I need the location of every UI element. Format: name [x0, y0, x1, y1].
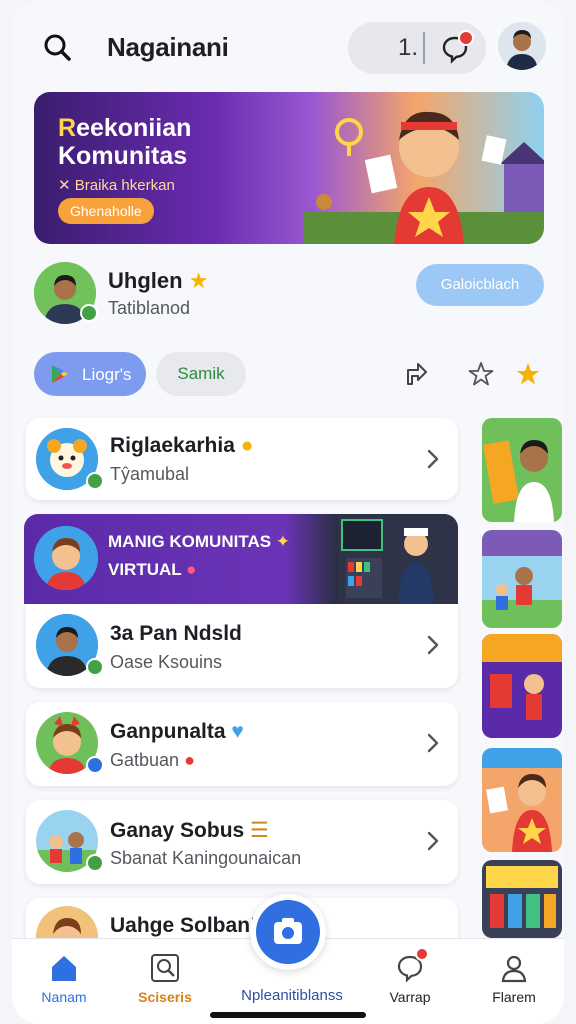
- filter-chip-secondary[interactable]: Samik: [156, 352, 246, 396]
- profile-action-button[interactable]: Galoicblach: [416, 264, 544, 306]
- virtual-community-banner[interactable]: MANIG KOMUNITAS ✦ VIRTUAL ●: [24, 514, 458, 604]
- nav-label: Nanam: [41, 989, 87, 1005]
- promo-avatar: [34, 526, 98, 590]
- list-item-title: Ganpunalta ♥: [110, 720, 244, 743]
- banner-cta-button[interactable]: Ghenaholle: [58, 198, 154, 224]
- top-bar: Nagainani 1.: [12, 0, 564, 92]
- list-item-title: Ganay Sobus ☰: [110, 819, 269, 842]
- emoji-icon: ●: [184, 750, 195, 770]
- notification-count: 1.: [398, 34, 419, 61]
- star-outline-icon[interactable]: [468, 361, 494, 387]
- notification-dot: [458, 30, 474, 46]
- app-screen: Nagainani 1. Reekoniian Komunitas ✕ Brai…: [12, 0, 564, 1024]
- emoji-icon: ●: [240, 434, 254, 457]
- image-search-icon: [150, 953, 180, 983]
- stack-icon: ☰: [250, 819, 269, 842]
- list-item-title: Riglaekarhia ●: [110, 434, 254, 457]
- search-icon[interactable]: [40, 30, 76, 66]
- camera-fab-button[interactable]: [250, 894, 326, 970]
- banner-title-line1: Reekoniian: [58, 114, 192, 142]
- nav-center-label[interactable]: Npleanitiblanss: [222, 987, 362, 1004]
- chip-label: Liogr's: [82, 365, 132, 384]
- thumbnail-card[interactable]: [482, 634, 562, 738]
- list-item[interactable]: Ganay Sobus ☰ Sbanat Kaningounaican: [26, 800, 458, 884]
- chevron-right-icon: [426, 634, 440, 656]
- promo-subtitle: VIRTUAL ●: [108, 560, 197, 579]
- chevron-right-icon: [426, 830, 440, 852]
- sparkle-icon: ✦: [275, 532, 291, 551]
- list-item[interactable]: 3a Pan Ndsld Oase Ksouins: [26, 604, 458, 688]
- thumbnail-card[interactable]: [482, 530, 562, 628]
- nav-label: Sciseris: [138, 989, 192, 1005]
- thumbnail-card[interactable]: [482, 860, 562, 938]
- banner-subtitle: ✕ Braika hkerkan: [58, 177, 175, 194]
- nav-search[interactable]: Sciseris: [130, 953, 200, 1005]
- nav-label: Flarem: [492, 989, 536, 1005]
- verified-badge: [86, 854, 104, 872]
- divider: [423, 32, 425, 64]
- star-filled-icon[interactable]: [515, 361, 541, 387]
- nav-home[interactable]: Nanam: [32, 953, 96, 1005]
- emoji-icon: ●: [186, 560, 197, 579]
- star-icon: ★: [188, 268, 209, 293]
- promo-title: MANIG KOMUNITAS ✦: [108, 532, 291, 551]
- play-store-icon: [50, 364, 70, 384]
- nav-profile[interactable]: Flarem: [484, 953, 544, 1005]
- user-avatar[interactable]: [498, 22, 546, 70]
- thumbnail-card[interactable]: [482, 748, 562, 852]
- list-item[interactable]: Riglaekarhia ● Tŷamubal: [26, 418, 458, 500]
- online-badge: [80, 304, 98, 322]
- chevron-right-icon: [426, 732, 440, 754]
- list-item-title: 3a Pan Ndsld: [110, 622, 242, 645]
- list-item-subtitle: Gatbuan ●: [110, 750, 195, 770]
- notification-bubble-icon: [395, 947, 429, 983]
- list-item-title: Uahge Solban!: [110, 914, 258, 937]
- thumbnail-card[interactable]: [482, 418, 562, 522]
- list-item-subtitle: Sbanat Kaningounaican: [110, 848, 302, 868]
- home-indicator: [210, 1012, 366, 1018]
- profile-subtitle: Tatiblanod: [108, 298, 191, 318]
- nav-activity[interactable]: Varrap: [380, 947, 440, 1005]
- store-scene-illustration: [338, 514, 458, 604]
- list-item-subtitle: Tŷamubal: [110, 464, 190, 484]
- nav-label: Varrap: [389, 989, 431, 1005]
- chevron-right-icon: [426, 448, 440, 470]
- list-item[interactable]: Ganpunalta ♥ Gatbuan ●: [26, 702, 458, 786]
- filter-chip-primary[interactable]: Liogr's: [34, 352, 146, 396]
- camera-icon: [256, 900, 320, 964]
- verified-badge: [86, 756, 104, 774]
- community-banner[interactable]: Reekoniian Komunitas ✕ Braika hkerkan Gh…: [34, 92, 544, 244]
- person-icon: [499, 953, 529, 983]
- header-actions[interactable]: 1.: [348, 22, 486, 74]
- nav-label: Npleanitiblanss: [241, 987, 343, 1004]
- profile-name: Uhglen ★: [108, 268, 209, 293]
- app-title: Nagainani: [107, 32, 229, 62]
- heart-icon: ♥: [231, 720, 244, 743]
- verified-badge: [86, 658, 104, 676]
- banner-illustration: [304, 92, 544, 244]
- notification-dot: [415, 947, 429, 961]
- share-icon[interactable]: [404, 360, 430, 386]
- list-item-subtitle: Oase Ksouins: [110, 652, 223, 672]
- home-icon: [49, 953, 79, 983]
- verified-badge: [86, 472, 104, 490]
- banner-title-line2: Komunitas: [58, 142, 188, 170]
